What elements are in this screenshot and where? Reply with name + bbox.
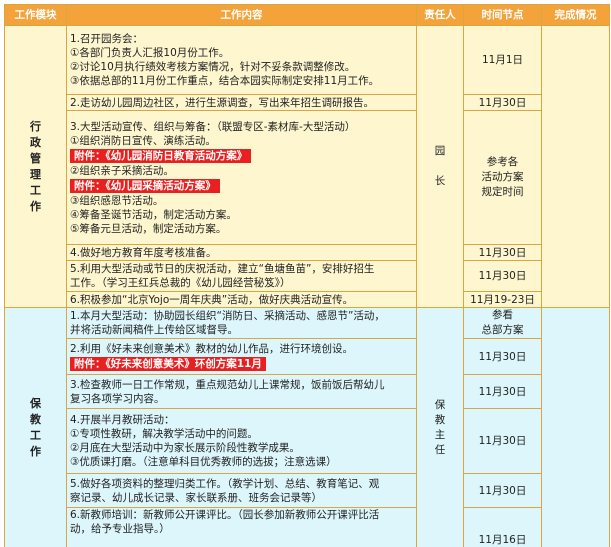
- table-row: 3.检查教师一日工作常规，重点规范幼儿上课常规，饭前饭后帮幼儿 复习各项学习内容…: [5, 374, 610, 409]
- task-content: 2.利用《好未来创意美术》教材的幼儿作品，进行环境创设。 附件：《好未来创意美术…: [66, 338, 417, 375]
- table-row: 2.利用《好未来创意美术》教材的幼儿作品，进行环境创设。 附件：《好未来创意美术…: [5, 338, 610, 375]
- table-row: 3.大型活动宣传、组织与筹备：（联盟专区-素材库-大型活动） ①组织消防日宣传、…: [5, 110, 610, 245]
- work-plan-frame: 工作模块 工作内容 责任人 时间节点 完成情况 行 政 管 理 工 作 1.召开…: [0, 0, 611, 547]
- header-time: 时间节点: [463, 4, 542, 26]
- time-node: 参看 总部方案: [463, 307, 542, 339]
- task-content: 2.走访幼儿园周边社区，进行生源调查，写出来年招生调研报告。: [66, 94, 417, 111]
- attachment-link[interactable]: 附件：《幼儿园消防日教育活动方案》: [70, 148, 252, 163]
- header-row: 工作模块 工作内容 责任人 时间节点 完成情况: [4, 4, 610, 26]
- time-node: 11月30日: [463, 244, 542, 261]
- owner-principal: 园 长: [416, 25, 464, 308]
- header-status: 完成情况: [541, 4, 610, 26]
- time-node: 11月30日: [463, 260, 542, 292]
- attachment-link[interactable]: 附件：《幼儿园采摘活动方案》: [70, 178, 220, 193]
- status-cell: [541, 307, 610, 547]
- table-row: 5.做好各项资料的整理归类工作。（教学计划、总结、教育笔记、观 察记录、幼儿成长…: [5, 473, 610, 508]
- table-row: 2.走访幼儿园周边社区，进行生源调查，写出来年招生调研报告。 11月30日: [5, 94, 610, 111]
- module-admin: 行 政 管 理 工 作: [4, 25, 67, 308]
- table-row: 4.做好地方教育年度考核准备。 11月30日: [5, 244, 610, 261]
- table-row: 行 政 管 理 工 作 1.召开园务会： ①各部门负责人汇报10月份工作。 ②讨…: [4, 25, 610, 308]
- status-cell: [541, 25, 610, 308]
- time-node: 11月30日: [463, 338, 542, 375]
- table-row: 保 教 工 作 1.本月大型活动：协助园长组织“消防日、采摘活动、感恩节”活动，…: [4, 307, 610, 547]
- table-row: 5.利用大型活动或节日的庆祝活动，建立“鱼塘鱼苗”，安排好招生 工作。（学习王红…: [5, 260, 610, 292]
- time-node: 11月30日: [463, 408, 542, 474]
- time-node: 11月19-23日: [463, 291, 542, 308]
- task-content: 5.利用大型活动或节日的庆祝活动，建立“鱼塘鱼苗”，安排好招生 工作。（学习王红…: [66, 260, 417, 292]
- task-content: 3.检查教师一日工作常规，重点规范幼儿上课常规，饭前饭后帮幼儿 复习各项学习内容…: [66, 374, 417, 409]
- time-node: 11月1日: [463, 25, 542, 95]
- table-row: 6.新教师培训：新教师公开课评比。（园长参加新教师公开课评比活 动，给予专业指导…: [5, 507, 610, 547]
- header-content: 工作内容: [66, 4, 417, 26]
- time-node: 参考各 活动方案 规定时间: [463, 110, 542, 245]
- time-node: 11月30日: [463, 94, 542, 111]
- time-node: 11月30日: [463, 374, 542, 409]
- attachment-link[interactable]: 附件：《好未来创意美术》环创方案11月: [70, 356, 266, 371]
- task-content: 4.开展半月教研活动： ①专项性教研，解决教学活动中的问题。 ②月底在大型活动中…: [66, 408, 417, 474]
- owner-teaching-director: 保 教 主 任: [416, 307, 464, 547]
- task-content: 6.积极参加“北京Yojo一周年庆典”活动，做好庆典活动宣传。: [66, 291, 417, 308]
- module-teaching: 保 教 工 作: [4, 307, 67, 547]
- table-row: 6.积极参加“北京Yojo一周年庆典”活动，做好庆典活动宣传。 11月19-23…: [5, 291, 610, 308]
- work-plan-table: 工作模块 工作内容 责任人 时间节点 完成情况 行 政 管 理 工 作 1.召开…: [4, 4, 610, 547]
- task-content: 4.做好地方教育年度考核准备。: [66, 244, 417, 261]
- task-content: 1.本月大型活动：协助园长组织“消防日、采摘活动、感恩节”活动， 并将活动新闻稿…: [66, 307, 417, 339]
- header-module: 工作模块: [4, 4, 67, 26]
- task-content: 5.做好各项资料的整理归类工作。（教学计划、总结、教育笔记、观 察记录、幼儿成长…: [66, 473, 417, 508]
- time-node: 11月30日: [463, 473, 542, 508]
- table-row: 4.开展半月教研活动： ①专项性教研，解决教学活动中的问题。 ②月底在大型活动中…: [5, 408, 610, 474]
- task-content: 1.召开园务会： ①各部门负责人汇报10月份工作。 ②讨论10月执行绩效考核方案…: [66, 25, 417, 95]
- header-owner: 责任人: [416, 4, 464, 26]
- time-node: 11月16日: [463, 507, 542, 547]
- task-content: 3.大型活动宣传、组织与筹备：（联盟专区-素材库-大型活动） ①组织消防日宣传、…: [66, 110, 417, 245]
- task-content: 6.新教师培训：新教师公开课评比。（园长参加新教师公开课评比活 动，给予专业指导…: [66, 507, 417, 547]
